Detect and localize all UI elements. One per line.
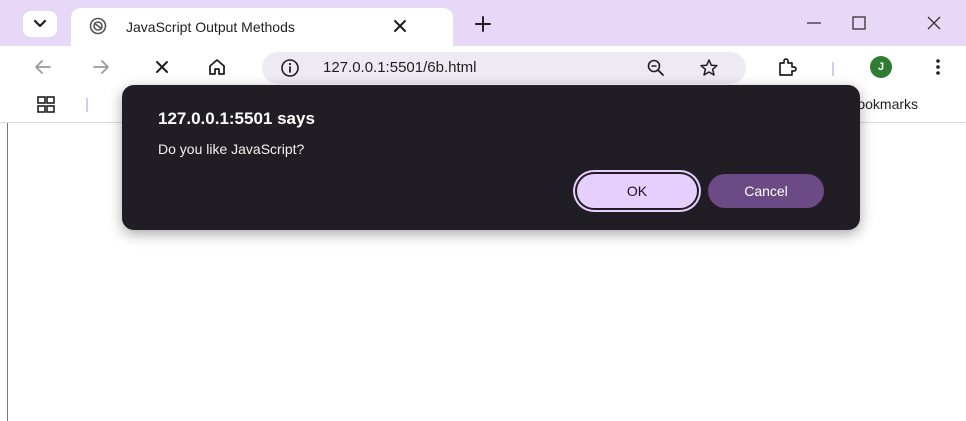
cancel-button[interactable]: Cancel bbox=[708, 174, 824, 208]
bookmark-star-icon[interactable] bbox=[699, 58, 719, 78]
site-info-icon[interactable] bbox=[280, 58, 300, 78]
new-tab-icon[interactable] bbox=[475, 16, 491, 32]
ok-button[interactable]: OK bbox=[577, 174, 697, 208]
more-menu-icon[interactable] bbox=[928, 57, 948, 77]
url-text[interactable]: 127.0.0.1:5501/6b.html bbox=[323, 59, 476, 76]
page-left-border bbox=[7, 123, 8, 421]
back-arrow-icon[interactable] bbox=[33, 57, 53, 77]
address-bar[interactable]: 127.0.0.1:5501/6b.html bbox=[262, 52, 746, 84]
extensions-icon[interactable] bbox=[777, 57, 797, 77]
forward-arrow-icon[interactable] bbox=[91, 57, 111, 77]
dialog-title: 127.0.0.1:5501 says bbox=[158, 109, 315, 128]
zoom-out-icon[interactable] bbox=[646, 58, 666, 78]
toolbar: 127.0.0.1:5501/6b.html J bbox=[0, 46, 966, 88]
close-tab-icon[interactable] bbox=[392, 18, 408, 34]
maximize-icon[interactable] bbox=[850, 14, 868, 32]
minimize-icon[interactable] bbox=[805, 14, 823, 32]
site-favicon-icon bbox=[89, 17, 107, 35]
tab-active[interactable]: JavaScript Output Methods bbox=[71, 8, 453, 46]
tab-title: JavaScript Output Methods bbox=[126, 19, 295, 35]
stop-loading-icon[interactable] bbox=[152, 57, 172, 77]
dialog-message: Do you like JavaScript? bbox=[158, 141, 305, 157]
tab-search-button[interactable] bbox=[23, 11, 57, 37]
chevron-down-icon bbox=[33, 19, 47, 28]
apps-grid-icon[interactable] bbox=[37, 96, 55, 114]
tab-strip: JavaScript Output Methods bbox=[0, 0, 966, 46]
confirm-dialog: 127.0.0.1:5501 says Do you like JavaScri… bbox=[122, 85, 860, 230]
toolbar-divider bbox=[832, 62, 834, 76]
browser-window: JavaScript Output Methods 127.0.0.1:5501… bbox=[0, 0, 966, 421]
home-icon[interactable] bbox=[207, 57, 227, 77]
window-close-icon[interactable] bbox=[925, 14, 943, 32]
profile-avatar[interactable]: J bbox=[870, 56, 892, 78]
bookmarks-divider bbox=[86, 98, 88, 112]
